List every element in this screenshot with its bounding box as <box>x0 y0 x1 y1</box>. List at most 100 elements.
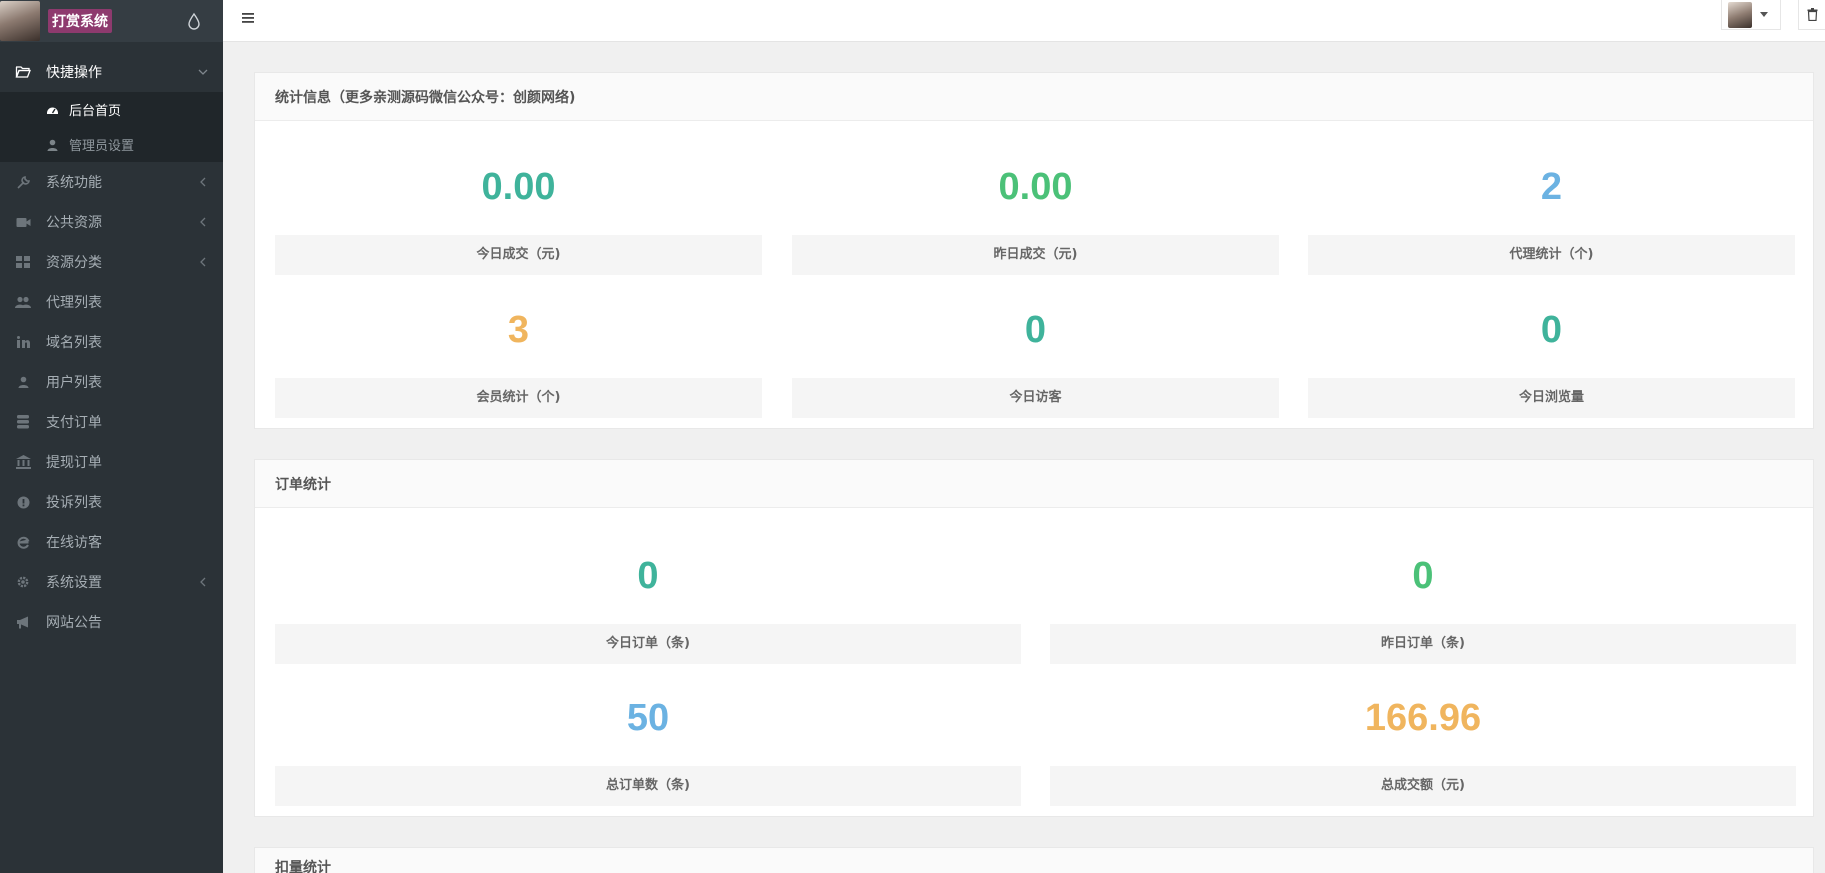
sidebar-item-label: 管理员设置 <box>69 139 135 154</box>
stat-value: 0 <box>1540 309 1563 351</box>
sidebar-item-label: 代理列表 <box>46 295 102 311</box>
wrench-icon <box>14 173 32 191</box>
stat-yesterday-revenue: 0.00 昨日成交（元) <box>792 155 1279 275</box>
grid-icon <box>14 253 32 271</box>
stat-label: 今日订单（条) <box>275 624 1021 664</box>
stat-yesterday-orders: 0 昨日订单（条) <box>1050 544 1796 664</box>
topbar <box>223 0 1825 42</box>
panel-title: 订单统计 <box>255 460 1813 508</box>
stat-value: 166.96 <box>1364 697 1482 739</box>
linkedin-icon <box>14 333 32 351</box>
sidebar-item-online-visitors[interactable]: 在线访客 <box>0 522 223 562</box>
chevron-left-icon <box>200 257 206 267</box>
stat-label: 今日成交（元) <box>275 235 762 275</box>
sidebar-item-quick-actions[interactable]: 快捷操作 <box>0 52 223 92</box>
stat-value: 3 <box>507 309 530 351</box>
sidebar-item-agent-list[interactable]: 代理列表 <box>0 282 223 322</box>
video-camera-icon <box>14 213 32 231</box>
database-icon <box>14 413 32 431</box>
sidebar-item-label: 支付订单 <box>46 415 102 431</box>
stat-value: 50 <box>626 697 670 739</box>
clear-cache-button[interactable] <box>1798 0 1825 30</box>
caret-down-icon <box>1760 12 1768 17</box>
sidebar-item-withdraw-orders[interactable]: 提现订单 <box>0 442 223 482</box>
sidebar-item-site-announcement[interactable]: 网站公告 <box>0 602 223 642</box>
sidebar-item-label: 网站公告 <box>46 615 102 631</box>
bullhorn-icon <box>14 613 32 631</box>
exclamation-circle-icon <box>14 493 32 511</box>
sidebar-item-label: 公共资源 <box>46 215 102 231</box>
user-menu-button[interactable] <box>1721 0 1781 30</box>
stat-value: 0 <box>1412 555 1434 597</box>
deduction-stats-panel: 扣量统计 <box>254 847 1814 873</box>
stat-total-revenue: 166.96 总成交额（元) <box>1050 686 1796 806</box>
stat-total-orders: 50 总订单数（条) <box>275 686 1021 806</box>
sidebar-nav: 快捷操作 后台首页 管理员设置 系统功能 公共资源 资源分类 代理列表 域名列表… <box>0 52 223 642</box>
stats-panel: 统计信息（更多亲测源码微信公众号：创颜网络) 0.00 今日成交（元) 0.00… <box>254 72 1814 429</box>
sidebar-item-label: 域名列表 <box>46 335 102 351</box>
panel-title: 扣量统计 <box>255 848 1813 873</box>
stat-today-visitors: 0 今日访客 <box>792 298 1279 418</box>
sidebar-item-complaint-list[interactable]: 投诉列表 <box>0 482 223 522</box>
sidebar-item-label: 系统设置 <box>46 575 102 591</box>
ie-icon <box>14 533 32 551</box>
trash-icon <box>1807 8 1817 21</box>
sidebar-item-label: 在线访客 <box>46 535 102 551</box>
stat-value: 2 <box>1540 166 1563 208</box>
brand-avatar <box>0 1 40 41</box>
sidebar-subnav: 后台首页 管理员设置 <box>0 92 223 162</box>
bank-icon <box>14 453 32 471</box>
brand: 打赏系统 <box>0 0 223 42</box>
user-icon <box>45 138 59 152</box>
gear-icon <box>14 573 32 591</box>
chevron-left-icon <box>200 217 206 227</box>
sidebar-item-resource-categories[interactable]: 资源分类 <box>0 242 223 282</box>
avatar <box>1728 1 1752 28</box>
sidebar-item-public-resources[interactable]: 公共资源 <box>0 202 223 242</box>
hamburger-menu-icon[interactable] <box>241 11 255 25</box>
stat-label: 代理统计（个) <box>1308 235 1795 275</box>
stat-label: 今日访客 <box>792 378 1279 418</box>
stat-today-pageviews: 0 今日浏览量 <box>1308 298 1795 418</box>
theme-drop-icon[interactable] <box>187 12 201 30</box>
sidebar-item-label: 提现订单 <box>46 455 102 471</box>
stat-label: 总成交额（元) <box>1050 766 1796 806</box>
sidebar-item-label: 系统功能 <box>46 175 102 191</box>
stat-today-orders: 0 今日订单（条) <box>275 544 1021 664</box>
stat-label: 会员统计（个) <box>275 378 762 418</box>
stat-label: 昨日成交（元) <box>792 235 1279 275</box>
stat-today-revenue: 0.00 今日成交（元) <box>275 155 762 275</box>
stat-value: 0 <box>1024 309 1047 351</box>
chevron-left-icon <box>200 577 206 587</box>
chevron-left-icon <box>200 177 206 187</box>
sidebar-item-label: 投诉列表 <box>46 495 102 511</box>
stat-value: 0.00 <box>998 166 1073 208</box>
stat-label: 总订单数（条) <box>275 766 1021 806</box>
dashboard-icon <box>45 103 59 117</box>
brand-name: 打赏系统 <box>48 9 112 33</box>
stat-member-count: 3 会员统计（个) <box>275 298 762 418</box>
sidebar-item-admin-settings[interactable]: 管理员设置 <box>0 127 223 162</box>
sidebar: 打赏系统 快捷操作 后台首页 管理员设置 系统功能 公共资源 资源分类 代理列表… <box>0 0 223 873</box>
sidebar-item-system-functions[interactable]: 系统功能 <box>0 162 223 202</box>
sidebar-item-system-settings[interactable]: 系统设置 <box>0 562 223 602</box>
sidebar-item-label: 用户列表 <box>46 375 102 391</box>
stat-value: 0 <box>637 555 659 597</box>
user-icon <box>14 373 32 391</box>
chevron-down-icon <box>198 69 208 75</box>
users-icon <box>14 293 32 311</box>
sidebar-item-domain-list[interactable]: 域名列表 <box>0 322 223 362</box>
stat-agent-count: 2 代理统计（个) <box>1308 155 1795 275</box>
sidebar-item-label: 后台首页 <box>69 104 122 119</box>
stat-label: 昨日订单（条) <box>1050 624 1796 664</box>
sidebar-item-label: 资源分类 <box>46 255 102 271</box>
stat-value: 0.00 <box>481 166 556 208</box>
sidebar-item-payment-orders[interactable]: 支付订单 <box>0 402 223 442</box>
sidebar-item-user-list[interactable]: 用户列表 <box>0 362 223 402</box>
panel-title: 统计信息（更多亲测源码微信公众号：创颜网络) <box>255 73 1813 121</box>
folder-open-icon <box>14 63 32 81</box>
order-stats-panel: 订单统计 0 今日订单（条) 0 昨日订单（条) 50 总订单数（条) 166.… <box>254 459 1814 817</box>
sidebar-item-label: 快捷操作 <box>46 65 102 81</box>
sidebar-item-dashboard[interactable]: 后台首页 <box>0 92 223 127</box>
stat-label: 今日浏览量 <box>1308 378 1795 418</box>
